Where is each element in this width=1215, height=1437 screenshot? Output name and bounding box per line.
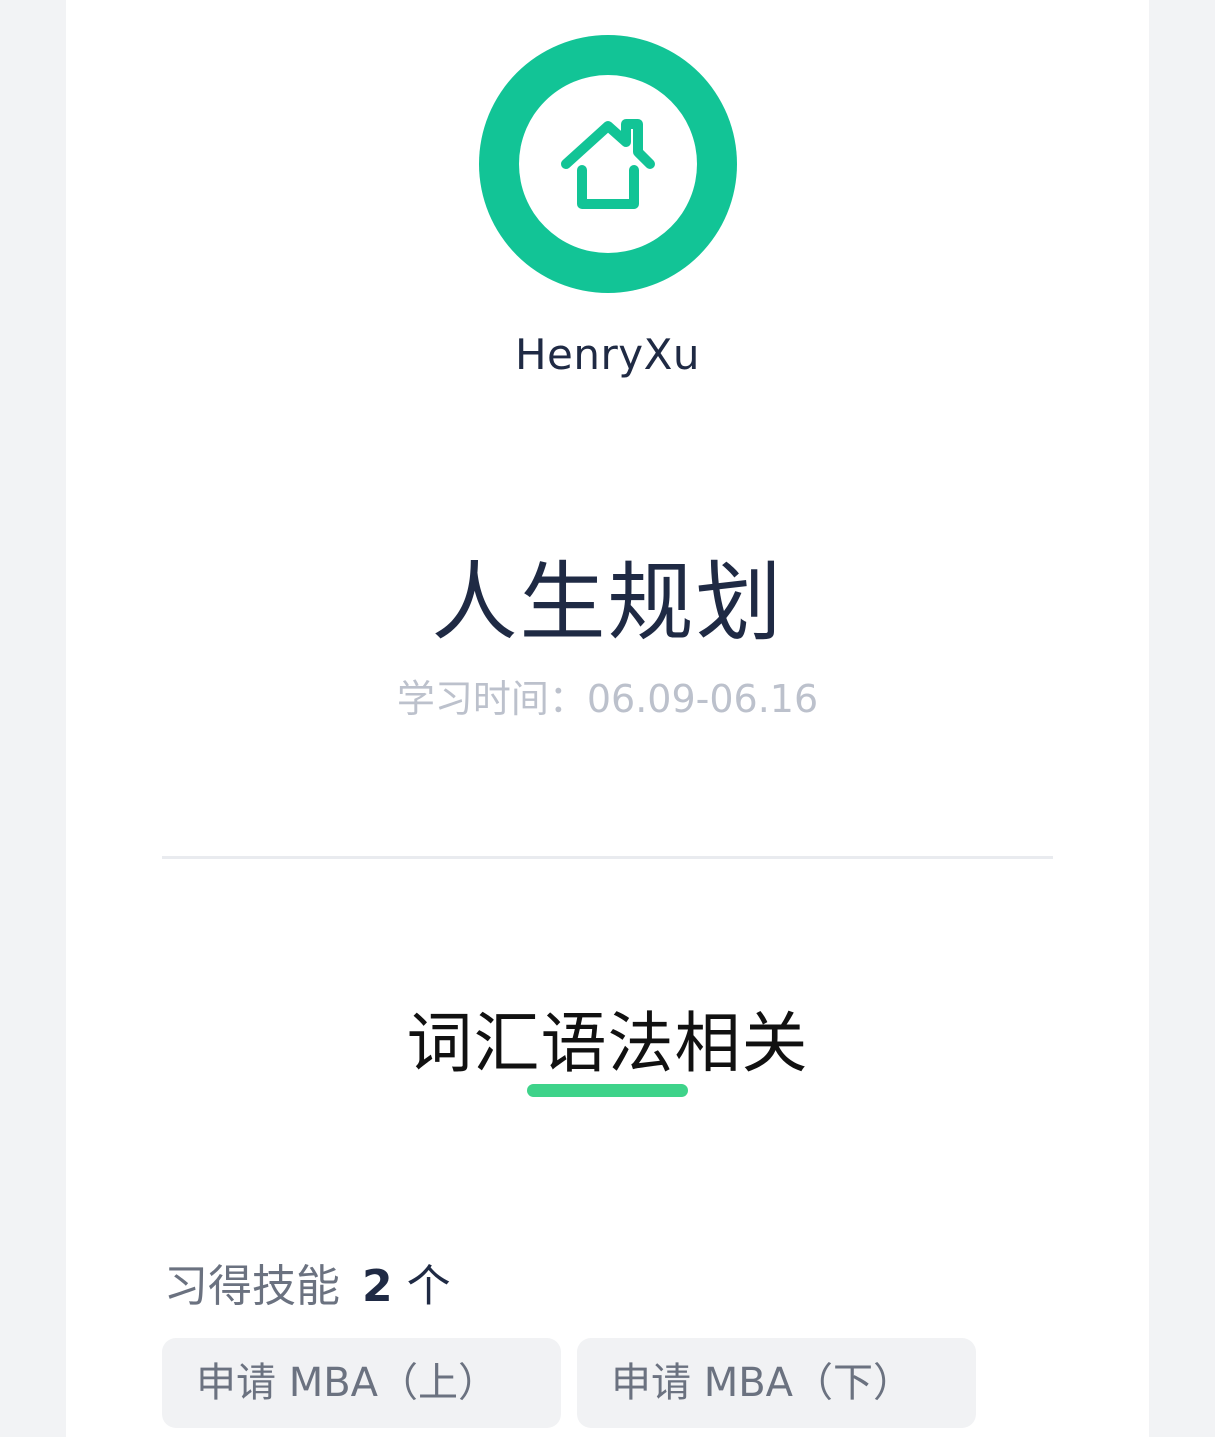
avatar[interactable] xyxy=(479,35,737,293)
study-time: 学习时间：06.09-06.16 xyxy=(396,677,819,721)
tab-vocabulary-grammar[interactable]: 词汇语法相关 xyxy=(66,990,1149,1086)
skill-tag[interactable]: 申请 MBA（下） xyxy=(577,1338,976,1428)
plan-title: 人生规划 xyxy=(431,553,784,653)
active-tab-indicator xyxy=(527,1084,688,1097)
profile-card: HenryXu 人生规划 学习时间：06.09-06.16 词汇语法相关 习得技… xyxy=(66,0,1149,1437)
skills-summary: 习得技能 2 个 xyxy=(164,1250,451,1314)
avatar-inner-circle xyxy=(519,75,697,253)
username: HenryXu xyxy=(514,330,701,379)
skill-tag[interactable]: 申请 MBA（上） xyxy=(162,1338,561,1428)
skills-count: 2 xyxy=(362,1261,393,1312)
house-icon xyxy=(561,119,655,209)
skills-label: 习得技能 xyxy=(164,1261,340,1312)
divider xyxy=(162,856,1053,859)
skills-unit: 个 xyxy=(406,1261,451,1312)
